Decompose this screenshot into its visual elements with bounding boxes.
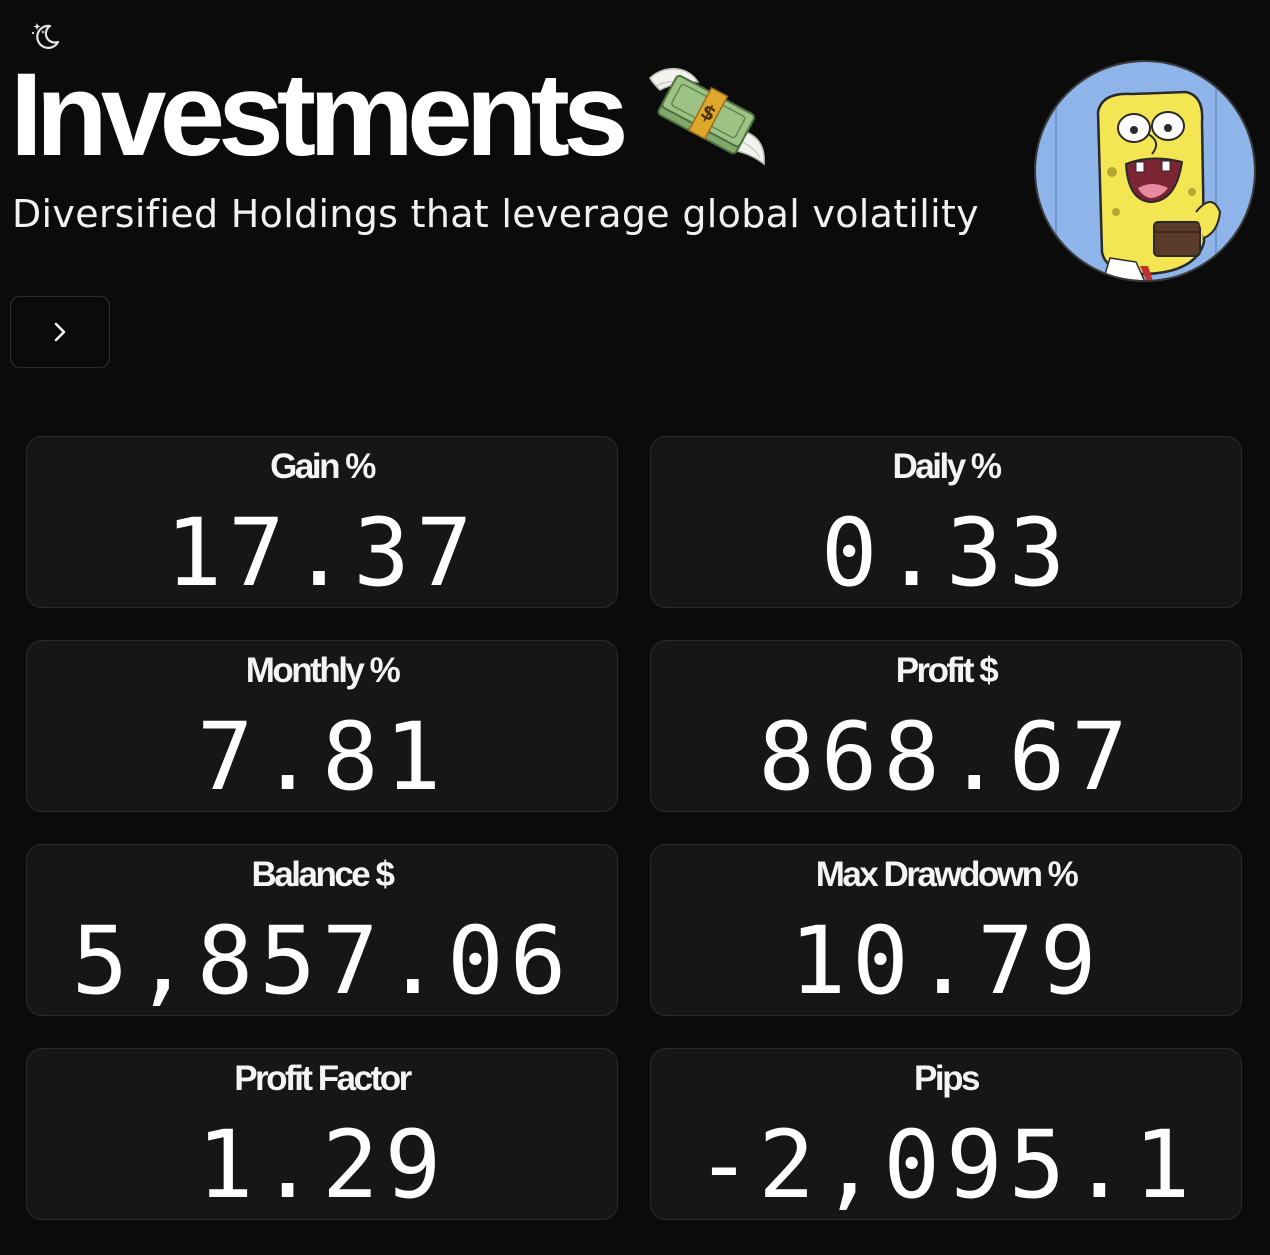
stat-card-balance: Balance $ 5,857.06	[26, 844, 618, 1016]
money-with-wings-icon: $	[648, 68, 765, 166]
stats-grid: Gain % 17.37 Daily % 0.33 Monthly % 7.81…	[26, 436, 1242, 1220]
stat-card-monthly: Monthly % 7.81	[26, 640, 618, 812]
stat-label: Max Drawdown %	[815, 855, 1079, 894]
title-row: Investments $	[10, 56, 770, 174]
stat-label: Pips	[914, 1059, 980, 1098]
stat-card-max-drawdown: Max Drawdown % 10.79	[650, 844, 1242, 1016]
spongebob-avatar	[1036, 62, 1254, 280]
stat-value: 5,857.06	[71, 907, 573, 1016]
stat-value: 868.67	[758, 703, 1134, 812]
stat-card-profit: Profit $ 868.67	[650, 640, 1242, 812]
avatar[interactable]	[1034, 60, 1256, 282]
stat-label: Daily %	[892, 447, 1003, 486]
stat-value: -2,095.1	[695, 1111, 1197, 1220]
page-subtitle: Diversified Holdings that leverage globa…	[12, 192, 979, 236]
stat-value: 0.33	[820, 499, 1072, 608]
stat-card-pips: Pips -2,095.1	[650, 1048, 1242, 1220]
stat-value: 7.81	[196, 703, 448, 812]
stat-card-profit-factor: Profit Factor 1.29	[26, 1048, 618, 1220]
stat-label: Profit Factor	[234, 1059, 412, 1098]
stat-label: Monthly %	[245, 651, 401, 690]
chevron-right-icon	[54, 322, 66, 342]
investments-page: Investments $ Diversified Holdings that …	[0, 0, 1270, 1255]
stat-label: Gain %	[270, 447, 376, 486]
stat-value: 17.37	[165, 499, 479, 608]
stat-label: Balance $	[251, 855, 395, 894]
next-button[interactable]	[10, 296, 110, 368]
stat-value: 1.29	[196, 1111, 448, 1220]
stat-card-daily: Daily % 0.33	[650, 436, 1242, 608]
stat-card-gain: Gain % 17.37	[26, 436, 618, 608]
page-title: Investments	[10, 49, 629, 181]
stat-value: 10.79	[789, 907, 1103, 1016]
stat-label: Profit $	[895, 651, 999, 690]
